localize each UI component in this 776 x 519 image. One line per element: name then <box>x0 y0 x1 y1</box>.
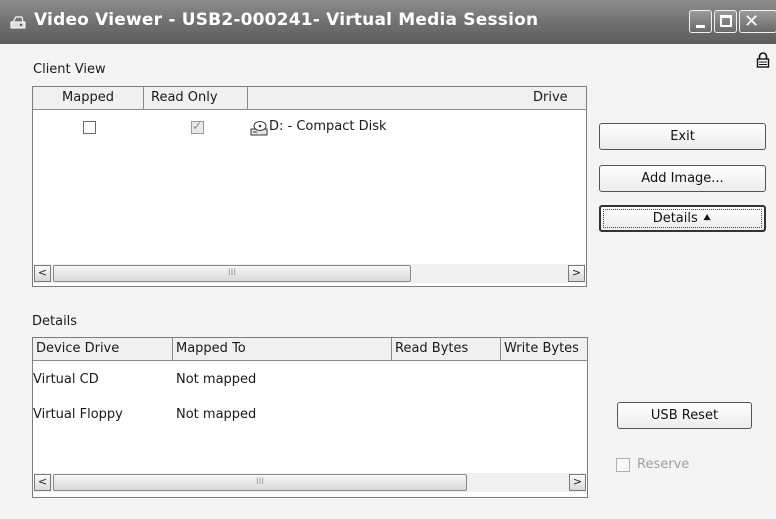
lock-icon <box>756 52 770 68</box>
details-header: Device Drive Mapped To Read Bytes Write … <box>33 338 587 361</box>
client-view-label: Client View <box>33 62 106 77</box>
column-header-mapped[interactable]: Mapped <box>33 87 144 109</box>
scroll-thumb[interactable]: III <box>53 474 467 491</box>
cd-drive-icon <box>250 121 268 136</box>
grip-icon: III <box>228 268 236 278</box>
scroll-thumb[interactable]: III <box>53 265 411 282</box>
maximize-icon <box>720 15 732 27</box>
close-button[interactable]: ✕ <box>739 10 776 33</box>
checkmark-icon: ✓ <box>192 119 203 133</box>
column-header-drive[interactable]: Drive <box>501 87 586 109</box>
details-button[interactable]: Details ⯅ <box>599 205 766 232</box>
scroll-right-button[interactable]: > <box>568 265 585 282</box>
mapped-to-cell: Not mapped <box>176 372 257 387</box>
exit-button[interactable]: Exit <box>599 123 766 150</box>
arrow-right-icon: > <box>571 266 582 279</box>
minimize-button[interactable] <box>689 10 712 33</box>
client-view-header: Mapped Read Only Drive <box>33 87 586 110</box>
client-view-scrollbar[interactable]: < III > <box>34 264 585 283</box>
column-header-mapped-to[interactable]: Mapped To <box>173 338 392 360</box>
grip-icon: III <box>256 477 264 487</box>
mapped-to-cell: Not mapped <box>176 407 257 422</box>
read-only-checkbox[interactable]: ✓ <box>191 119 204 134</box>
column-header-read-only[interactable]: Read Only <box>144 87 248 109</box>
focus-ring <box>603 209 762 228</box>
close-icon: ✕ <box>744 11 760 32</box>
arrow-left-icon: < <box>37 266 48 279</box>
window-title: Video Viewer - USB2-000241- Virtual Medi… <box>34 10 539 30</box>
scroll-left-button[interactable]: < <box>34 265 51 282</box>
arrow-right-icon: > <box>572 475 583 488</box>
column-header-device-drive[interactable]: Device Drive <box>33 338 173 360</box>
column-header-write-bytes[interactable]: Write Bytes <box>501 338 587 360</box>
drive-name: D: - Compact Disk <box>269 119 387 134</box>
scroll-left-button[interactable]: < <box>34 474 51 491</box>
column-header-drive-spacer[interactable] <box>248 87 501 109</box>
mapped-checkbox[interactable] <box>83 121 96 134</box>
title-bar: Video Viewer - USB2-000241- Virtual Medi… <box>0 0 776 44</box>
drive-icon <box>10 16 26 29</box>
column-header-read-bytes[interactable]: Read Bytes <box>392 338 501 360</box>
reserve-checkbox[interactable] <box>616 458 630 472</box>
usb-reset-button[interactable]: USB Reset <box>617 402 752 429</box>
device-drive-cell: Virtual CD <box>33 372 99 387</box>
scroll-right-button[interactable]: > <box>569 474 586 491</box>
client-view-table: Mapped Read Only Drive ✓ D: - Compact Di… <box>32 86 587 287</box>
maximize-button[interactable] <box>714 10 737 33</box>
add-image-button[interactable]: Add Image... <box>599 165 766 192</box>
details-label: Details <box>32 314 78 329</box>
details-scrollbar[interactable]: < III > <box>34 473 586 492</box>
reserve-label: Reserve <box>637 457 690 472</box>
arrow-left-icon: < <box>37 475 48 488</box>
minimize-icon <box>696 25 705 28</box>
device-drive-cell: Virtual Floppy <box>33 407 123 422</box>
details-table: Device Drive Mapped To Read Bytes Write … <box>32 337 588 498</box>
